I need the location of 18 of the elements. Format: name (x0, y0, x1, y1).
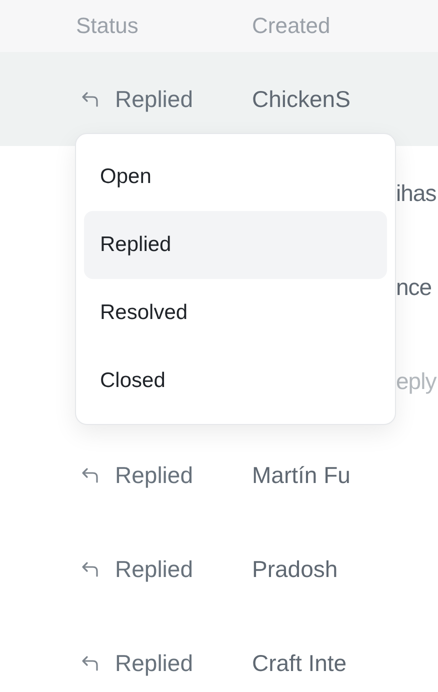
status-label: Replied (115, 556, 193, 582)
created-by-text: Martín Fu (252, 462, 350, 488)
table-row[interactable]: Replied Craft Inte (0, 616, 438, 692)
table-row[interactable]: Replied Martín Fu (0, 428, 438, 522)
created-by-text: Pradosh (252, 556, 338, 582)
status-label: Replied (115, 86, 193, 112)
status-label: Replied (115, 462, 193, 488)
column-header: Status (76, 13, 138, 38)
created-by-text: ChickenS (252, 86, 350, 112)
status-label: Replied (115, 650, 193, 676)
menu-item[interactable]: Replied (84, 211, 387, 279)
menu-item[interactable]: Closed (84, 347, 387, 415)
table-row[interactable]: Replied ChickenS (0, 52, 438, 146)
menu-item[interactable]: Resolved (84, 279, 387, 347)
created-by-text: Craft Inte (252, 650, 347, 676)
table-row[interactable]: Replied Pradosh (0, 522, 438, 616)
menu-item[interactable]: Open (84, 143, 387, 211)
column-header: Created (252, 13, 330, 39)
